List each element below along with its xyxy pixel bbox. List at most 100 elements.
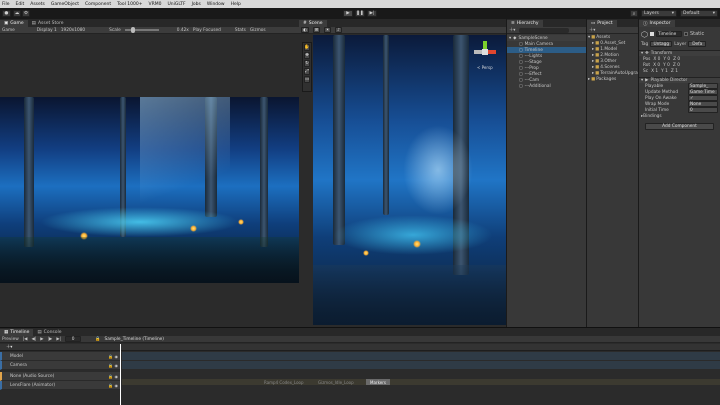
frame-field[interactable]: 0 — [65, 336, 82, 342]
display-dropdown[interactable]: Display 1 — [37, 28, 57, 33]
tab-hierarchy[interactable]: ≡ Hierarchy — [507, 20, 543, 27]
hierarchy-item-label: Main Camera — [524, 41, 554, 47]
play-icon: ▶ — [346, 11, 350, 16]
timeline-track[interactable]: Model 🔒 ◉ — [0, 352, 120, 361]
tab-inspector[interactable]: ⓘ Inspector — [639, 20, 675, 27]
pos-z: 0 — [677, 56, 681, 62]
add-icon[interactable]: ＋▾ — [589, 27, 595, 33]
x-field[interactable]: X 0 — [653, 57, 660, 62]
menu-item-tool-1000-[interactable]: Tool 1000+ — [117, 2, 142, 7]
track-lock-icon[interactable]: 🔒 ◉ — [108, 354, 120, 359]
property-value-field[interactable]: 0 — [688, 107, 718, 113]
resolution-dropdown[interactable]: 1920x1080 — [61, 28, 85, 33]
lock-icon[interactable]: 🔒 — [95, 337, 100, 342]
view-mode-dropdown[interactable]: Game — [2, 28, 15, 33]
x-field[interactable]: X 1 — [651, 69, 658, 74]
menu-item-gameobject[interactable]: GameObject — [51, 2, 79, 7]
y-field[interactable]: Y 1 — [661, 69, 668, 74]
game-view-render[interactable] — [0, 97, 299, 283]
lighting-toggle[interactable]: ☀ — [324, 27, 331, 33]
z-field[interactable]: Z 1 — [671, 69, 678, 74]
goto-start-icon[interactable]: |◀ — [23, 337, 28, 342]
audio-toggle[interactable]: ♪ — [335, 27, 342, 33]
preview-toggle[interactable]: Preview — [2, 337, 19, 342]
add-icon[interactable]: ＋▾ — [509, 27, 515, 33]
scene-view-render[interactable] — [313, 35, 506, 325]
timeline-track[interactable]: LensFlare (Animator) 🔒 ◉ — [0, 381, 120, 390]
tab-asset-store[interactable]: ▤ Asset Store — [28, 20, 68, 27]
y-field[interactable]: Y 0 — [663, 57, 670, 62]
timeline-track[interactable]: Camera 🔒 ◉ — [0, 361, 120, 370]
menu-item-file[interactable]: File — [2, 2, 10, 7]
step-button[interactable]: ▶| — [367, 10, 377, 17]
y-field[interactable]: Y 0 — [663, 63, 670, 68]
draw-mode-button[interactable]: ◐ — [301, 27, 309, 33]
focus-mode-dropdown[interactable]: Play Focused — [193, 28, 221, 33]
menu-item-assets[interactable]: Assets — [30, 2, 45, 7]
track-lock-icon[interactable]: 🔒 ◉ — [108, 374, 120, 379]
rotate-tool[interactable]: ↻ — [304, 60, 310, 67]
scale-tool[interactable]: ⤢ — [304, 68, 310, 75]
x-field[interactable]: X 0 — [653, 63, 660, 68]
static-checkbox[interactable] — [683, 32, 688, 36]
tab-game-label: Game — [10, 21, 24, 26]
menu-item-unigltf[interactable]: UniGLTF — [167, 2, 185, 7]
layers-dropdown[interactable]: Layers ▾ — [641, 10, 677, 17]
bindings-row[interactable]: ▸ Bindings — [639, 113, 720, 119]
gizmos-button[interactable]: Gizmos — [250, 28, 266, 33]
scale-label: Scale — [109, 27, 121, 33]
scene-gizmo[interactable] — [474, 41, 496, 63]
scale-slider-handle[interactable] — [130, 27, 135, 33]
goto-end-icon[interactable]: ▶| — [56, 337, 61, 342]
menu-item-edit[interactable]: Edit — [16, 2, 25, 7]
glowing-water — [40, 207, 240, 237]
2d-toggle[interactable]: ⊞ — [313, 27, 320, 33]
move-tool[interactable]: ✥ — [304, 52, 310, 59]
layer-dropdown[interactable]: Defa — [688, 41, 707, 47]
hierarchy-item[interactable]: ◻ ---Additional — [507, 83, 586, 89]
search-button[interactable]: ⌕ — [630, 10, 638, 17]
prev-frame-icon[interactable]: ◀| — [32, 337, 37, 342]
menu-item-vrm0[interactable]: VRM0 — [149, 2, 162, 7]
layout-dropdown[interactable]: Default ▾ — [680, 10, 718, 17]
add-component-button[interactable]: Add Component — [645, 123, 714, 130]
play-button[interactable]: ▶ — [343, 10, 353, 17]
folder-icon: ■ — [595, 40, 600, 46]
next-frame-icon[interactable]: |▶ — [48, 337, 53, 342]
timeline-track[interactable]: None (Audio Source) 🔒 ◉ — [0, 372, 120, 381]
stats-button[interactable]: Stats — [235, 28, 246, 33]
play-icon[interactable]: ▶ — [40, 337, 43, 342]
menu-item-help[interactable]: Help — [231, 2, 241, 7]
scale-slider[interactable] — [124, 27, 159, 33]
hierarchy-search[interactable] — [519, 27, 570, 33]
object-name-field[interactable]: Timeline — [655, 31, 682, 37]
track-lock-icon[interactable]: 🔒 ◉ — [108, 383, 120, 388]
hand-tool[interactable]: ✋ — [304, 44, 310, 51]
z-field[interactable]: Z 0 — [673, 63, 680, 68]
chevron-right-icon: ▸ — [592, 64, 595, 70]
z-field[interactable]: Z 0 — [673, 57, 680, 62]
tab-timeline[interactable]: ▦ Timeline — [0, 329, 34, 336]
rect-tool[interactable]: ▭ — [304, 76, 310, 83]
tab-scene[interactable]: # Scene — [299, 20, 327, 27]
account-button[interactable]: ● — [2, 10, 11, 17]
active-checkbox[interactable] — [649, 32, 654, 36]
tab-console[interactable]: ▤ Console — [33, 329, 65, 336]
menu-item-component[interactable]: Component — [85, 2, 111, 7]
track-lock-icon[interactable]: 🔒 ◉ — [108, 363, 120, 368]
pause-button[interactable]: ❚❚ — [355, 10, 365, 17]
add-track-button[interactable]: ＋▾ — [6, 344, 30, 350]
playhead[interactable] — [120, 344, 121, 405]
tag-dropdown[interactable]: Untagg — [650, 41, 673, 47]
time-ruler[interactable]: ＋▾ — [0, 344, 720, 351]
project-folder[interactable]: ▸■TerrainAutoUpgrade — [587, 70, 638, 76]
project-folder-label: 4.Scenes — [600, 64, 620, 70]
menu-item-window[interactable]: Window — [207, 2, 225, 7]
persp-label[interactable]: < Persp — [477, 65, 493, 70]
collab-button[interactable]: ⚙ — [22, 10, 30, 17]
tab-game[interactable]: ▣ Game — [0, 20, 28, 27]
menu-item-jobs[interactable]: Jobs — [192, 2, 201, 7]
packages-row[interactable]: ▸ ■ Packages — [587, 76, 638, 82]
cloud-button[interactable]: ☁ — [13, 10, 21, 17]
tab-project[interactable]: ▭ Project — [587, 20, 617, 27]
